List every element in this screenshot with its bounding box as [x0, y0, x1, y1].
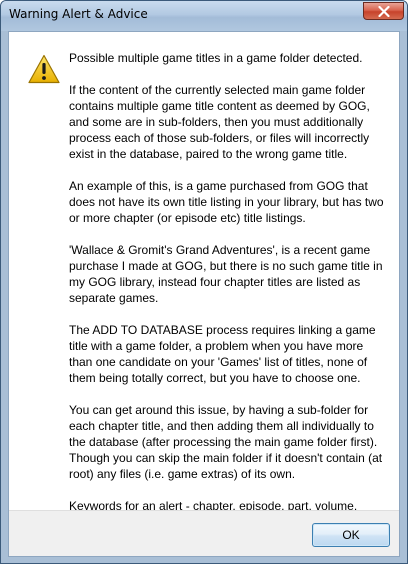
message-paragraph: Possible multiple game titles in a game … [69, 51, 363, 65]
message-paragraph: If the content of the currently selected… [69, 83, 370, 161]
window-title: Warning Alert & Advice [9, 7, 148, 21]
close-button[interactable] [363, 2, 404, 20]
warning-icon [28, 54, 60, 84]
message-paragraph: The ADD TO DATABASE process requires lin… [69, 323, 376, 385]
message-paragraph: An example of this, is a game purchased … [69, 179, 384, 225]
dialog-window: Warning Alert & Advice Possible multiple… [0, 0, 408, 564]
message-paragraph: You can get around this issue, by having… [69, 403, 383, 481]
message-body: Possible multiple game titles in a game … [69, 50, 387, 530]
title-bar[interactable]: Warning Alert & Advice [1, 1, 407, 31]
close-icon [378, 6, 390, 17]
message-paragraph: 'Wallace & Gromit's Grand Adventures', i… [69, 243, 383, 305]
ok-button[interactable]: OK [312, 523, 390, 547]
dialog-content: Possible multiple game titles in a game … [8, 31, 400, 557]
button-bar: OK [9, 510, 399, 556]
